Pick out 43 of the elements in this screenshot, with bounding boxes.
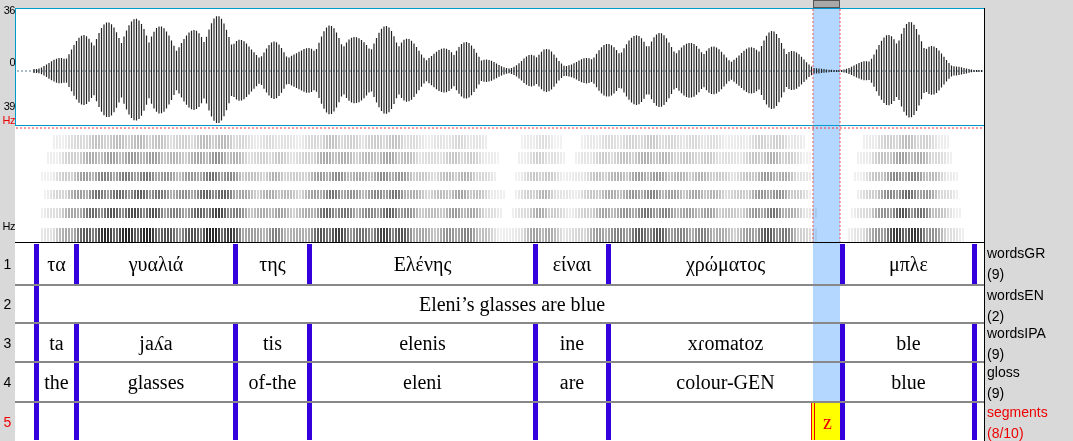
interval-count: (9) [987, 345, 1005, 364]
interval-label[interactable]: eleni [312, 363, 533, 401]
tier-number: 3 [2, 333, 13, 353]
tier-name[interactable]: wordsGR [987, 243, 1046, 263]
interval-label[interactable]: jaʎa [79, 324, 233, 361]
tier-number: 5 [2, 412, 13, 432]
interval-count: (2) [987, 307, 1005, 326]
interval-label[interactable]: γυαλιά [79, 244, 233, 284]
interval-label[interactable]: μπλε [845, 244, 972, 284]
axis-label: 0 [8, 56, 15, 68]
interval-label[interactable]: colour-GEN [611, 363, 840, 401]
interval-label[interactable]: τα [39, 244, 74, 284]
interval-label[interactable]: Eleni’s glasses are blue [39, 286, 985, 322]
interval-label[interactable]: tis [238, 324, 307, 361]
interval-label[interactable]: elenis [312, 324, 533, 361]
interval-count: (8/10) [987, 424, 1024, 441]
axis-label: Hz [1, 220, 15, 232]
interval-label[interactable]: are [538, 363, 606, 401]
interval-label[interactable]: glasses [79, 363, 233, 401]
selected-interval[interactable]: z [811, 403, 840, 440]
tier-name[interactable]: gloss [987, 362, 1020, 382]
interval-count: (9) [987, 265, 1005, 284]
interval-label[interactable]: xɾomatoz [611, 324, 840, 361]
tier-name[interactable]: wordsIPA [987, 323, 1046, 343]
interval-label[interactable]: ine [538, 324, 606, 361]
interval-label[interactable]: είναι [538, 244, 606, 284]
tier-name[interactable]: wordsEN [987, 285, 1044, 305]
interval-label[interactable]: blue [845, 363, 972, 401]
axis-label: Hz [1, 114, 15, 126]
interval-label[interactable]: ble [845, 324, 972, 361]
tier-number: 2 [2, 295, 13, 314]
tier-number: 1 [2, 255, 13, 274]
interval-label[interactable]: ta [39, 324, 74, 361]
interval-label[interactable]: της [238, 244, 307, 284]
axis-label: 39 [2, 100, 15, 112]
selection-handle[interactable] [813, 0, 840, 8]
interval-count: (9) [987, 384, 1005, 403]
tier-number: 4 [2, 373, 13, 392]
interval-label[interactable]: of-the [238, 363, 307, 401]
interval-label[interactable]: Ελένης [312, 244, 533, 284]
interval-label[interactable]: χρώματος [611, 244, 840, 284]
interval-label[interactable]: the [39, 363, 74, 401]
axis-label: 36 [2, 4, 15, 16]
